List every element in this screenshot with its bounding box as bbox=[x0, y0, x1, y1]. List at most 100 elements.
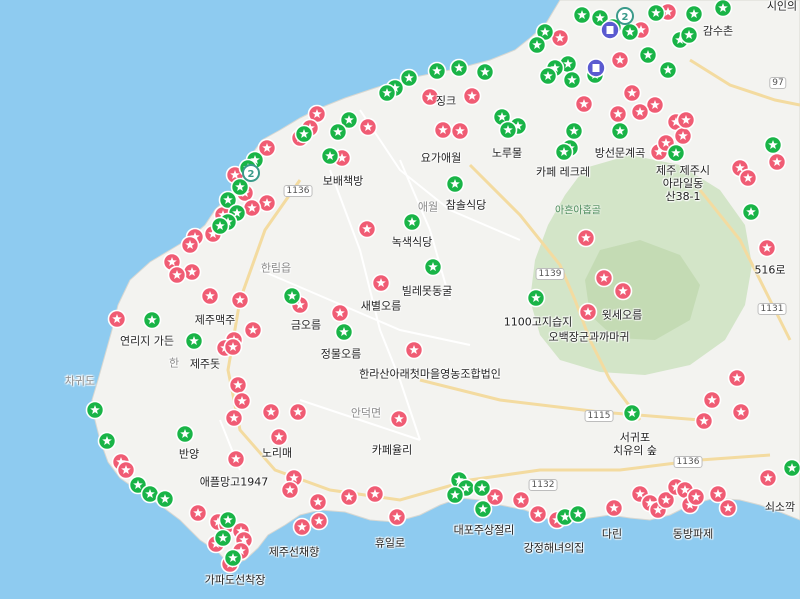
place-label[interactable]: 제주 제주시 아라일동 산38-1 bbox=[656, 164, 710, 204]
saved-place-marker-red[interactable] bbox=[188, 503, 208, 523]
saved-place-marker-red[interactable] bbox=[528, 504, 548, 524]
place-label[interactable]: 제주선채향 bbox=[269, 545, 320, 558]
saved-place-marker-red[interactable] bbox=[767, 152, 787, 172]
place-label[interactable]: 오백장군과까마귀 bbox=[549, 330, 630, 343]
saved-place-marker-red[interactable] bbox=[462, 86, 482, 106]
saved-place-marker-red[interactable] bbox=[731, 402, 751, 422]
saved-place-marker-green[interactable] bbox=[620, 22, 640, 42]
saved-place-marker-red[interactable] bbox=[389, 409, 409, 429]
saved-place-marker-red[interactable] bbox=[309, 511, 329, 531]
saved-place-marker-green[interactable] bbox=[472, 478, 492, 498]
saved-place-marker-green[interactable] bbox=[713, 0, 733, 18]
saved-place-marker-green[interactable] bbox=[554, 142, 574, 162]
saved-place-marker-red[interactable] bbox=[738, 168, 758, 188]
saved-place-marker-green[interactable] bbox=[97, 431, 117, 451]
bookmark-poi-icon[interactable] bbox=[586, 58, 606, 78]
place-label[interactable]: 가파도선착장 bbox=[205, 573, 266, 586]
saved-place-marker-green[interactable] bbox=[741, 202, 761, 222]
saved-place-marker-green[interactable] bbox=[213, 528, 233, 548]
saved-place-marker-green[interactable] bbox=[294, 124, 314, 144]
saved-place-marker-green[interactable] bbox=[423, 257, 443, 277]
place-label[interactable]: 윗세오름 bbox=[602, 308, 642, 321]
saved-place-marker-red[interactable] bbox=[718, 498, 738, 518]
place-label[interactable]: 카페 레크레 bbox=[536, 165, 590, 178]
saved-place-marker-red[interactable] bbox=[676, 110, 696, 130]
place-label[interactable]: 금오름 bbox=[291, 318, 321, 331]
saved-place-marker-green[interactable] bbox=[763, 135, 783, 155]
place-label[interactable]: 빌레못동굴 bbox=[402, 284, 453, 297]
marker-cluster[interactable]: 2 bbox=[616, 7, 634, 25]
saved-place-marker-red[interactable] bbox=[757, 238, 777, 258]
saved-place-marker-green[interactable] bbox=[445, 485, 465, 505]
saved-place-marker-green[interactable] bbox=[223, 548, 243, 568]
saved-place-marker-red[interactable] bbox=[630, 102, 650, 122]
saved-place-marker-red[interactable] bbox=[365, 484, 385, 504]
saved-place-marker-red[interactable] bbox=[608, 104, 628, 124]
saved-place-marker-red[interactable] bbox=[223, 337, 243, 357]
saved-place-marker-red[interactable] bbox=[511, 490, 531, 510]
saved-place-marker-green[interactable] bbox=[679, 25, 699, 45]
place-label[interactable]: 동방파제 bbox=[673, 527, 713, 540]
place-label[interactable]: 보배책방 bbox=[323, 174, 363, 187]
place-label[interactable]: 애플망고1947 bbox=[200, 475, 268, 488]
place-label[interactable]: 노리매 bbox=[262, 446, 292, 459]
home-poi-icon[interactable] bbox=[600, 20, 620, 40]
saved-place-marker-red[interactable] bbox=[673, 126, 693, 146]
saved-place-marker-red[interactable] bbox=[330, 303, 350, 323]
place-label[interactable]: 시인의 bbox=[767, 0, 797, 13]
place-label[interactable]: 새별오름 bbox=[361, 299, 401, 312]
saved-place-marker-red[interactable] bbox=[694, 411, 714, 431]
place-label[interactable]: 녹색식당 bbox=[392, 235, 432, 248]
saved-place-marker-red[interactable] bbox=[107, 309, 127, 329]
saved-place-marker-green[interactable] bbox=[538, 66, 558, 86]
place-label[interactable]: 강정해녀의집 bbox=[524, 541, 585, 554]
saved-place-marker-red[interactable] bbox=[280, 480, 300, 500]
saved-place-marker-green[interactable] bbox=[445, 174, 465, 194]
saved-place-marker-red[interactable] bbox=[116, 460, 136, 480]
saved-place-marker-red[interactable] bbox=[269, 427, 289, 447]
place-label[interactable]: 제주맥주 bbox=[195, 313, 235, 326]
saved-place-marker-green[interactable] bbox=[402, 212, 422, 232]
place-label[interactable]: 반양 bbox=[179, 447, 199, 460]
saved-place-marker-red[interactable] bbox=[357, 219, 377, 239]
saved-place-marker-red[interactable] bbox=[243, 320, 263, 340]
saved-place-marker-red[interactable] bbox=[604, 498, 624, 518]
saved-place-marker-green[interactable] bbox=[568, 504, 588, 524]
saved-place-marker-green[interactable] bbox=[282, 286, 302, 306]
saved-place-marker-green[interactable] bbox=[377, 83, 397, 103]
saved-place-marker-green[interactable] bbox=[328, 122, 348, 142]
saved-place-marker-red[interactable] bbox=[224, 408, 244, 428]
saved-place-marker-green[interactable] bbox=[666, 143, 686, 163]
saved-place-marker-red[interactable] bbox=[200, 286, 220, 306]
saved-place-marker-green[interactable] bbox=[572, 5, 592, 25]
saved-place-marker-green[interactable] bbox=[646, 3, 666, 23]
saved-place-marker-green[interactable] bbox=[498, 120, 518, 140]
saved-place-marker-green[interactable] bbox=[184, 331, 204, 351]
saved-place-marker-red[interactable] bbox=[292, 517, 312, 537]
place-label[interactable]: 다린 bbox=[602, 527, 622, 540]
place-label[interactable]: 쇠소깍 bbox=[765, 500, 795, 513]
saved-place-marker-red[interactable] bbox=[702, 390, 722, 410]
saved-place-marker-green[interactable] bbox=[427, 61, 447, 81]
place-label[interactable]: 방선문계곡 bbox=[595, 146, 646, 159]
place-label[interactable]: 참솔식당 bbox=[446, 198, 486, 211]
saved-place-marker-green[interactable] bbox=[85, 400, 105, 420]
saved-place-marker-red[interactable] bbox=[404, 340, 424, 360]
saved-place-marker-red[interactable] bbox=[182, 262, 202, 282]
saved-place-marker-green[interactable] bbox=[658, 60, 678, 80]
saved-place-marker-red[interactable] bbox=[433, 120, 453, 140]
place-label[interactable]: 요가애월 bbox=[421, 151, 461, 164]
place-label[interactable]: 연리지 가든 bbox=[120, 334, 174, 347]
saved-place-marker-red[interactable] bbox=[180, 235, 200, 255]
saved-place-marker-red[interactable] bbox=[308, 492, 328, 512]
saved-place-marker-red[interactable] bbox=[622, 83, 642, 103]
saved-place-marker-green[interactable] bbox=[449, 58, 469, 78]
saved-place-marker-green[interactable] bbox=[320, 146, 340, 166]
saved-place-marker-green[interactable] bbox=[475, 62, 495, 82]
saved-place-marker-green[interactable] bbox=[527, 35, 547, 55]
saved-place-marker-red[interactable] bbox=[232, 391, 252, 411]
saved-place-marker-red[interactable] bbox=[594, 268, 614, 288]
saved-place-marker-green[interactable] bbox=[638, 45, 658, 65]
saved-place-marker-red[interactable] bbox=[574, 94, 594, 114]
place-label[interactable]: 제주돗 bbox=[190, 357, 220, 370]
